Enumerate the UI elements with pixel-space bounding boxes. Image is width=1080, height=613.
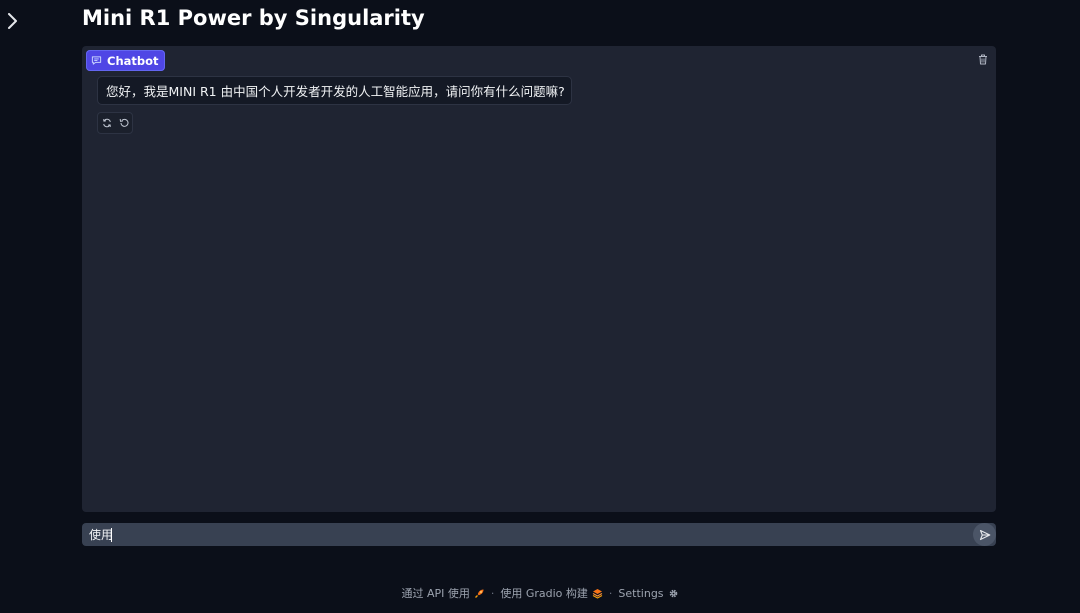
chatbot-label-badge: Chatbot <box>86 50 165 71</box>
retry-button[interactable] <box>98 113 115 133</box>
send-arrow-icon <box>979 529 990 540</box>
chatbot-label-text: Chatbot <box>107 53 159 68</box>
api-link-text: 通过 API 使用 <box>401 587 470 600</box>
undo-button[interactable] <box>115 113 132 133</box>
text-caret <box>111 528 112 542</box>
trash-icon <box>979 54 987 64</box>
gradio-logo-icon <box>592 588 603 599</box>
refresh-icon <box>102 118 111 128</box>
api-link[interactable]: 通过 API 使用 <box>401 585 484 601</box>
settings-link[interactable]: Settings <box>618 587 678 600</box>
undo-icon <box>119 118 128 127</box>
clear-chat-button[interactable] <box>976 51 990 67</box>
chevron-right-icon <box>8 13 17 29</box>
message-actions <box>97 112 133 134</box>
app-title: Mini R1 Power by Singularity <box>82 6 425 30</box>
settings-link-text: Settings <box>618 586 664 600</box>
app-page: Mini R1 Power by Singularity Chatbot 您好，… <box>0 0 1080 613</box>
chatbot-panel: Chatbot 您好，我是MINI R1 由中国个人开发者开发的人工智能应用，请… <box>82 46 996 512</box>
chat-input[interactable] <box>82 523 972 546</box>
send-button[interactable] <box>973 523 996 546</box>
chat-bubble-icon <box>91 56 102 65</box>
bot-message: 您好，我是MINI R1 由中国个人开发者开发的人工智能应用，请问你有什么问题嘛… <box>97 76 572 105</box>
chat-input-row <box>82 523 996 546</box>
gradio-link[interactable]: 使用 Gradio 构建 <box>500 585 603 601</box>
gradio-link-text: 使用 Gradio 构建 <box>500 587 588 600</box>
footer: 通过 API 使用 · 使用 Gradio 构建 · Settings <box>0 585 1080 601</box>
footer-separator: · <box>608 586 613 600</box>
sidebar-toggle-button[interactable] <box>4 12 22 30</box>
gear-icon <box>669 589 677 597</box>
footer-separator: · <box>490 586 495 600</box>
rocket-icon <box>474 589 484 598</box>
bot-message-text: 您好，我是MINI R1 由中国个人开发者开发的人工智能应用，请问你有什么问题嘛… <box>106 84 565 99</box>
